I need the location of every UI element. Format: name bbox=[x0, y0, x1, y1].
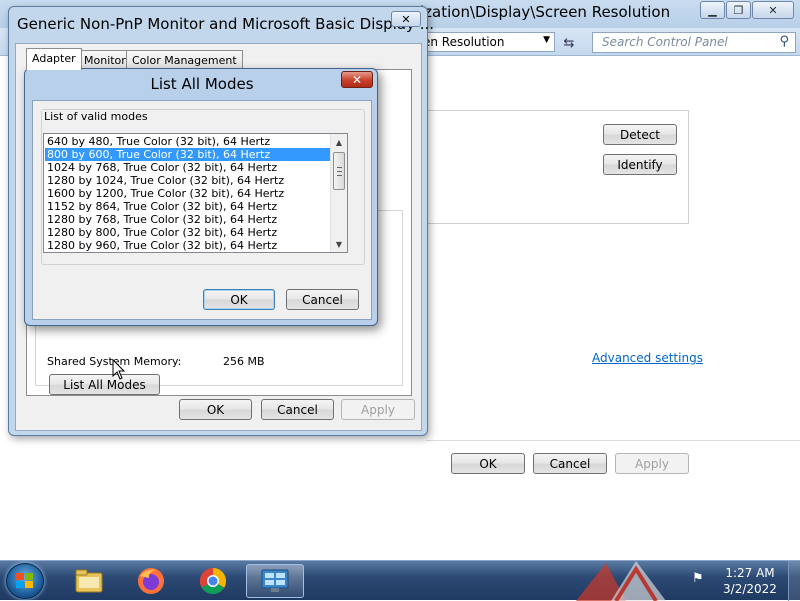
modes-cancel-button[interactable]: Cancel bbox=[286, 289, 359, 310]
list-item[interactable]: 1600 by 1200, True Color (32 bit), 64 He… bbox=[45, 187, 330, 200]
firefox-button[interactable] bbox=[128, 564, 174, 598]
tab-adapter[interactable]: Adapter bbox=[26, 48, 82, 70]
list-item[interactable]: 1280 by 800, True Color (32 bit), 64 Her… bbox=[45, 226, 330, 239]
modes-scrollbar[interactable]: ▲ ▼ bbox=[330, 134, 347, 252]
action-center-flag-icon[interactable]: ⚑ bbox=[692, 571, 710, 589]
window-close-button[interactable]: ✕ bbox=[752, 1, 794, 19]
taskbar: ⚑ 1:27 AM 3/2/2022 bbox=[0, 560, 800, 601]
mouse-cursor-icon bbox=[112, 359, 126, 380]
tab-color-management[interactable]: Color Management bbox=[126, 50, 243, 69]
minimize-button[interactable]: ▁ bbox=[700, 1, 725, 19]
restore-icon: ❐ bbox=[733, 3, 744, 17]
windows-logo-icon bbox=[16, 573, 34, 590]
list-all-modes-dialog: List All Modes ✕ List of valid modes 640… bbox=[24, 68, 378, 326]
search-placeholder: Search Control Panel bbox=[602, 35, 728, 49]
adapter-ok-button[interactable]: OK bbox=[179, 399, 252, 420]
list-all-modes-button[interactable]: List All Modes bbox=[49, 374, 160, 395]
refresh-button[interactable]: ⇆ bbox=[558, 33, 580, 53]
address-bar[interactable]: en Resolution ▼ bbox=[410, 32, 555, 52]
modes-listbox[interactable]: 640 by 480, True Color (32 bit), 64 Hert… bbox=[43, 133, 348, 253]
list-item[interactable]: 640 by 480, True Color (32 bit), 64 Hert… bbox=[45, 135, 330, 148]
grip-icon bbox=[337, 167, 342, 176]
search-icon[interactable]: ⚲ bbox=[779, 34, 789, 49]
chrome-icon bbox=[199, 567, 227, 595]
advanced-settings-link[interactable]: Advanced settings bbox=[592, 351, 703, 365]
control-panel-title: ization\Display\Screen Resolution bbox=[420, 3, 671, 21]
display-settings-icon bbox=[261, 569, 289, 592]
scrollbar-thumb[interactable] bbox=[333, 152, 345, 190]
identify-button[interactable]: Identify bbox=[603, 154, 677, 175]
adapter-apply-button[interactable]: Apply bbox=[341, 399, 415, 420]
detect-button[interactable]: Detect bbox=[603, 124, 677, 145]
list-item[interactable]: 1280 by 768, True Color (32 bit), 64 Her… bbox=[45, 213, 330, 226]
address-text: en Resolution bbox=[423, 35, 505, 49]
close-icon: ✕ bbox=[401, 12, 411, 26]
cp-ok-button[interactable]: OK bbox=[451, 453, 525, 474]
modes-dialog-body: List of valid modes 640 by 480, True Col… bbox=[32, 100, 372, 320]
search-input[interactable]: Search Control Panel ⚲ bbox=[592, 32, 796, 53]
show-desktop-button[interactable] bbox=[788, 561, 800, 601]
minimize-icon: ▁ bbox=[708, 3, 717, 17]
close-icon: ✕ bbox=[351, 72, 363, 87]
shared-memory-value: 256 MB bbox=[223, 355, 265, 368]
clock-date: 3/2/2022 bbox=[723, 582, 777, 596]
dialog-title: Generic Non-PnP Monitor and Microsoft Ba… bbox=[17, 15, 435, 33]
maximize-button[interactable]: ❐ bbox=[726, 1, 751, 19]
clock-time: 1:27 AM bbox=[725, 566, 775, 580]
adapter-cancel-button[interactable]: Cancel bbox=[261, 399, 334, 420]
cp-cancel-button[interactable]: Cancel bbox=[533, 453, 607, 474]
cp-apply-button[interactable]: Apply bbox=[615, 453, 689, 474]
list-item[interactable]: 1152 by 864, True Color (32 bit), 64 Her… bbox=[45, 200, 330, 213]
file-explorer-button[interactable] bbox=[66, 564, 112, 598]
system-clock[interactable]: 1:27 AM 3/2/2022 bbox=[716, 565, 784, 597]
chevron-down-icon[interactable]: ▼ bbox=[543, 35, 550, 45]
dialog-close-button[interactable]: ✕ bbox=[391, 11, 421, 27]
firefox-icon bbox=[138, 568, 164, 594]
modes-close-button[interactable]: ✕ bbox=[341, 71, 373, 88]
close-icon: ✕ bbox=[768, 3, 778, 17]
list-item-selected[interactable]: 800 by 600, True Color (32 bit), 64 Hert… bbox=[45, 148, 330, 161]
modes-ok-button[interactable]: OK bbox=[203, 289, 275, 310]
valid-modes-label: List of valid modes bbox=[42, 110, 150, 123]
tab-monitor[interactable]: Monitor bbox=[78, 50, 132, 69]
file-explorer-icon bbox=[75, 569, 103, 593]
modes-dialog-title: List All Modes bbox=[150, 75, 254, 93]
list-item[interactable]: 1024 by 768, True Color (32 bit), 64 Her… bbox=[45, 161, 330, 174]
desktop-wallpaper-peek bbox=[556, 561, 686, 601]
chrome-button[interactable] bbox=[190, 564, 236, 598]
display-settings-button[interactable] bbox=[246, 564, 304, 598]
scroll-down-arrow-icon[interactable]: ▼ bbox=[331, 236, 347, 252]
list-item[interactable]: 1280 by 960, True Color (32 bit), 64 Her… bbox=[45, 239, 330, 252]
start-button[interactable] bbox=[6, 563, 44, 599]
divider bbox=[426, 440, 800, 441]
list-item[interactable]: 1280 by 1024, True Color (32 bit), 64 He… bbox=[45, 174, 330, 187]
refresh-icon: ⇆ bbox=[563, 35, 575, 51]
scroll-up-arrow-icon[interactable]: ▲ bbox=[331, 134, 347, 150]
